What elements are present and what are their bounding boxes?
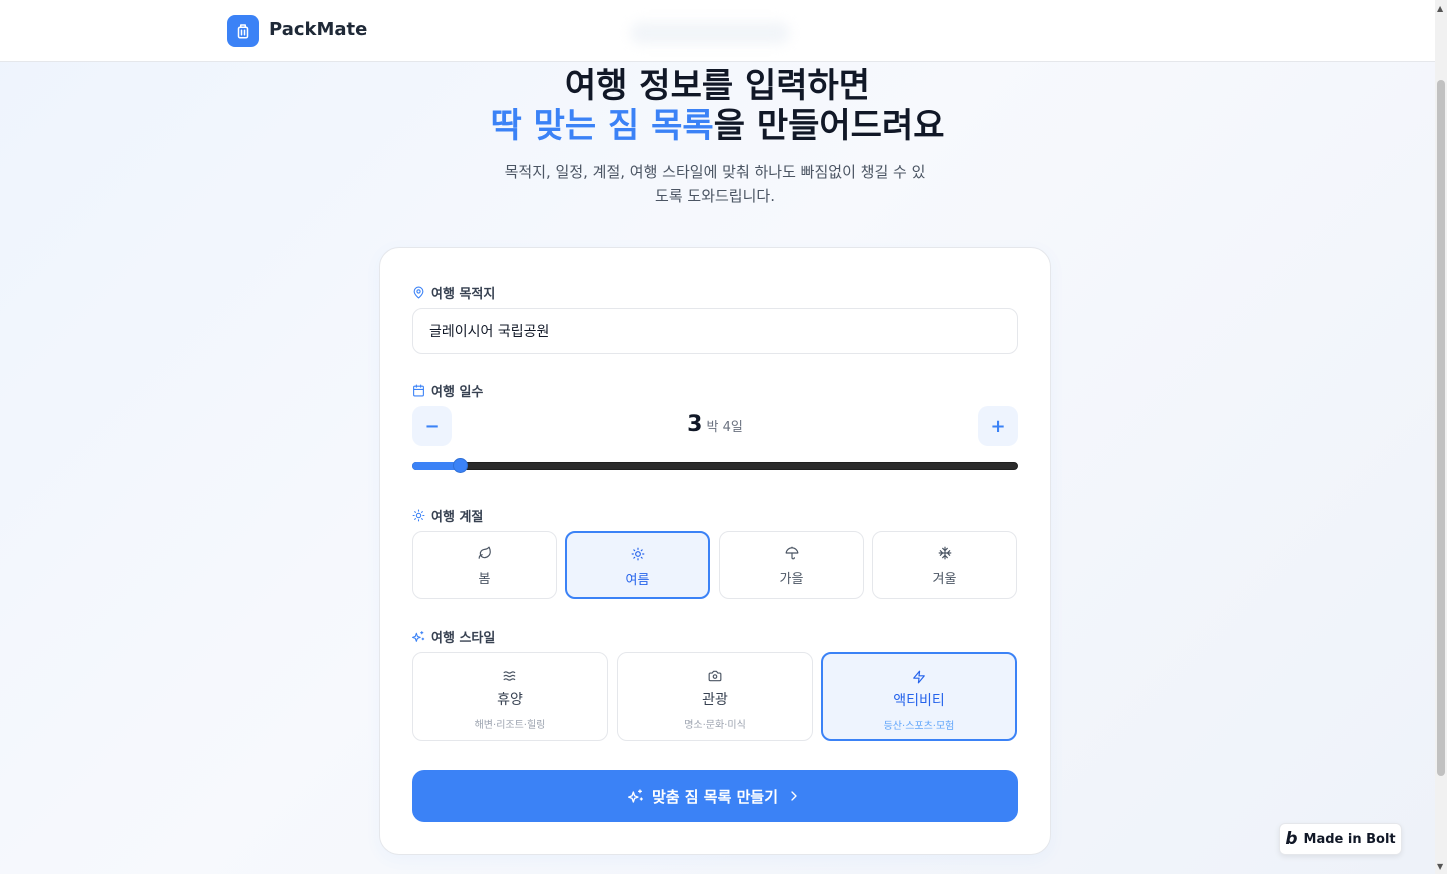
umbrella-icon (785, 546, 798, 560)
title-line2: 딱 맞는 짐 목록을 만들어드려요 (0, 106, 1435, 146)
header-placeholder (630, 22, 790, 44)
leaf-icon (478, 546, 491, 559)
chevron-right-icon (791, 791, 797, 801)
sun-icon (412, 509, 425, 522)
style-label-text: 여행 스타일 (431, 631, 496, 646)
season-label: 여행 계절 (412, 506, 483, 525)
days-display: 3박 4일 (612, 412, 818, 437)
scroll-up-icon[interactable]: ▲ (1437, 4, 1443, 13)
days-slider-track[interactable] (412, 462, 1018, 470)
season-option-winter[interactable]: 겨울 (872, 531, 1017, 599)
style-option-relax[interactable]: 휴양 해변·리조트·힐링 (412, 652, 608, 741)
bolt-logo-icon: b (1285, 829, 1298, 849)
snowflake-icon (938, 546, 951, 560)
days-unit: 박 4일 (706, 420, 743, 435)
destination-label-text: 여행 목적지 (431, 287, 496, 302)
season-option-spring[interactable]: 봄 (412, 531, 557, 599)
style-label-relax: 휴양 (497, 692, 523, 708)
season-label-autumn: 가을 (779, 572, 804, 587)
top-nav: PackMate (0, 0, 1435, 62)
page-title: 여행 정보를 입력하면 딱 맞는 짐 목록을 만들어드려요 (0, 66, 1435, 146)
subtitle-line2: 도록 도와드립니다. (655, 187, 775, 205)
destination-label: 여행 목적지 (412, 283, 495, 302)
season-option-autumn[interactable]: 가을 (719, 531, 864, 599)
subtitle-line1: 목적지, 일정, 계절, 여행 스타일에 맞춰 하나도 빠짐없이 챙길 수 있 (504, 163, 926, 181)
camera-icon (708, 670, 722, 682)
waves-icon (503, 671, 516, 681)
style-label: 여행 스타일 (412, 627, 495, 646)
style-sub-activity: 등산·스포츠·모험 (883, 721, 955, 732)
decrease-days-button[interactable]: − (412, 406, 452, 446)
generate-list-button[interactable]: 맞춤 짐 목록 만들기 (412, 770, 1018, 822)
bolt-badge-label: Made in Bolt (1303, 831, 1396, 847)
style-option-tour[interactable]: 관광 명소·문화·미식 (617, 652, 813, 741)
style-option-activity[interactable]: 액티비티 등산·스포츠·모험 (821, 652, 1017, 741)
sparkles-icon (412, 631, 425, 642)
sparkles-icon (627, 789, 643, 803)
season-label-summer: 여름 (625, 573, 650, 588)
increase-days-button[interactable]: + (978, 406, 1018, 446)
scrollbar-thumb[interactable] (1437, 80, 1445, 776)
zap-icon (913, 670, 925, 684)
calendar-icon (413, 384, 424, 397)
sun-icon (631, 547, 644, 561)
duration-label: 여행 일수 (412, 381, 483, 400)
app-name[interactable]: PackMate (269, 19, 367, 40)
season-label-text: 여행 계절 (431, 510, 484, 525)
season-label-winter: 겨울 (932, 572, 957, 587)
title-line1: 여행 정보를 입력하면 (564, 66, 871, 106)
luggage-icon[interactable] (227, 15, 259, 47)
style-sub-relax: 해변·리조트·힐링 (474, 720, 546, 731)
duration-label-text: 여행 일수 (431, 385, 484, 400)
generate-list-label: 맞춤 짐 목록 만들기 (651, 787, 779, 806)
page-subtitle: 목적지, 일정, 계절, 여행 스타일에 맞춰 하나도 빠짐없이 챙길 수 있 … (480, 160, 950, 208)
style-label-activity: 액티비티 (893, 693, 945, 709)
nights-count: 3 (687, 412, 703, 437)
style-label-tour: 관광 (702, 692, 728, 708)
season-option-summer[interactable]: 여름 (565, 531, 710, 599)
scroll-down-icon[interactable]: ▼ (1437, 862, 1443, 871)
map-pin-icon (413, 286, 424, 299)
season-label-spring: 봄 (478, 572, 491, 587)
made-in-bolt-badge[interactable]: b Made in Bolt (1279, 823, 1402, 855)
title-highlight: 딱 맞는 짐 목록 (490, 106, 714, 146)
title-rest: 을 만들어드려요 (713, 106, 945, 146)
destination-input[interactable] (412, 308, 1018, 354)
style-sub-tour: 명소·문화·미식 (684, 720, 746, 731)
